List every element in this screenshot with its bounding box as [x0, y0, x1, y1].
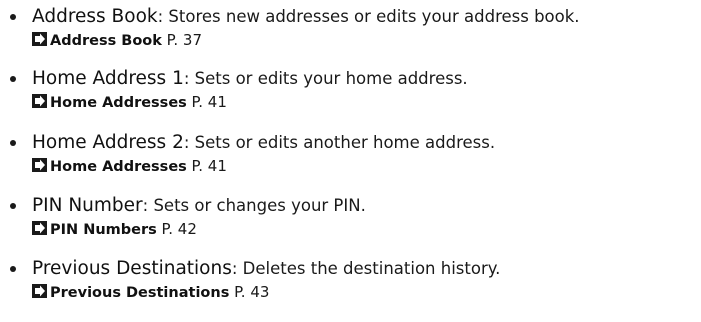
- list-item-home-address-1: Home Address 1: Sets or edits your home …: [0, 68, 701, 130]
- item-term: Home Address 1: [32, 68, 184, 89]
- item-description: : Stores new addresses or edits your add…: [157, 7, 580, 26]
- cross-reference[interactable]: Home Addresses P. 41: [32, 92, 227, 113]
- reference-page: P. 37: [161, 31, 203, 49]
- item-term: Previous Destinations: [32, 258, 232, 279]
- item-description: : Sets or edits another home address.: [183, 133, 496, 152]
- reference-page: P. 41: [186, 157, 227, 175]
- item-description: : Sets or changes your PIN.: [142, 196, 366, 215]
- item-line: PIN Number: Sets or changes your PIN.: [32, 195, 366, 217]
- reference-page: P. 43: [229, 283, 270, 301]
- reference-arrow-icon: [32, 158, 47, 172]
- item-term: PIN Number: [32, 195, 143, 216]
- bullet-icon: [10, 140, 16, 146]
- bullet-icon: [10, 14, 16, 20]
- reference-title[interactable]: Home Addresses: [50, 159, 187, 175]
- item-description: : Deletes the destination history.: [231, 259, 501, 278]
- reference-arrow-icon: [32, 221, 47, 235]
- cross-reference[interactable]: Home Addresses P. 41: [32, 156, 227, 177]
- bullet-icon: [10, 266, 16, 272]
- item-line: Home Address 1: Sets or edits your home …: [32, 68, 468, 90]
- list-item-address-book: Address Book: Stores new addresses or ed…: [0, 6, 701, 68]
- list-item-home-address-2: Home Address 2: Sets or edits another ho…: [0, 132, 701, 194]
- item-line: Address Book: Stores new addresses or ed…: [32, 6, 580, 28]
- bullet-icon: [10, 76, 16, 82]
- reference-page: P. 42: [156, 220, 197, 238]
- reference-title[interactable]: Previous Destinations: [50, 285, 229, 301]
- item-term: Home Address 2: [32, 132, 184, 153]
- bullet-icon: [10, 203, 16, 209]
- list-item-previous-destinations: Previous Destinations: Deletes the desti…: [0, 258, 701, 320]
- cross-reference[interactable]: PIN Numbers P. 42: [32, 219, 197, 240]
- cross-reference[interactable]: Address Book P. 37: [32, 30, 202, 51]
- reference-title[interactable]: Address Book: [50, 33, 162, 49]
- item-term: Address Book: [32, 6, 158, 27]
- list-item-pin-number: PIN Number: Sets or changes your PIN. PI…: [0, 195, 701, 257]
- reference-title[interactable]: PIN Numbers: [50, 222, 157, 238]
- item-line: Home Address 2: Sets or edits another ho…: [32, 132, 495, 154]
- reference-arrow-icon: [32, 284, 47, 298]
- cross-reference[interactable]: Previous Destinations P. 43: [32, 282, 269, 303]
- reference-title[interactable]: Home Addresses: [50, 95, 187, 111]
- reference-arrow-icon: [32, 94, 47, 108]
- item-description: : Sets or edits your home address.: [183, 69, 468, 88]
- reference-arrow-icon: [32, 32, 47, 46]
- reference-page: P. 41: [186, 93, 227, 111]
- item-line: Previous Destinations: Deletes the desti…: [32, 258, 500, 280]
